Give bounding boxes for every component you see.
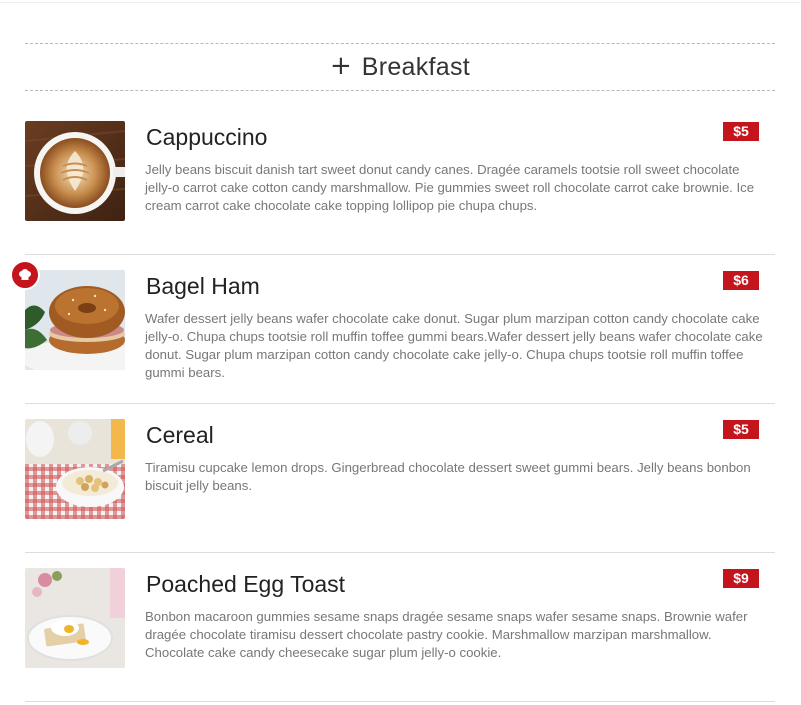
- price-badge: $5: [723, 122, 759, 141]
- bagel-ham-photo[interactable]: [25, 270, 125, 370]
- price-badge: $9: [723, 569, 759, 588]
- cappuccino-photo[interactable]: [25, 121, 125, 221]
- item-description: Wafer dessert jelly beans wafer chocolat…: [145, 311, 763, 380]
- menu-item-cappuccino: Cappuccino $5 Jelly beans biscuit danish…: [25, 121, 775, 255]
- plus-icon[interactable]: +: [330, 53, 352, 79]
- chef-hat-icon: [10, 260, 40, 290]
- price-badge: $5: [723, 420, 759, 439]
- item-description: Bonbon macaroon gummies sesame snaps dra…: [145, 609, 748, 660]
- price-badge: $6: [723, 271, 759, 290]
- item-name[interactable]: Bagel Ham: [146, 271, 260, 301]
- item-description: Tiramisu cupcake lemon drops. Gingerbrea…: [145, 460, 751, 493]
- section-header-breakfast[interactable]: + Breakfast: [25, 43, 775, 91]
- item-description: Jelly beans biscuit danish tart sweet do…: [145, 162, 755, 213]
- poached-egg-toast-photo[interactable]: [25, 568, 125, 668]
- item-name[interactable]: Poached Egg Toast: [146, 569, 345, 599]
- section-title: Breakfast: [361, 52, 471, 81]
- menu-item-cereal: Cereal $5 Tiramisu cupcake lemon drops. …: [25, 419, 775, 553]
- item-name[interactable]: Cappuccino: [146, 122, 267, 152]
- top-divider: [0, 2, 801, 3]
- menu-item-bagel-ham: Bagel Ham $6 Wafer dessert jelly beans w…: [10, 260, 775, 404]
- cereal-photo[interactable]: [25, 419, 125, 519]
- item-name[interactable]: Cereal: [146, 420, 214, 450]
- menu-item-poached-egg-toast: Poached Egg Toast $9 Bonbon macaroon gum…: [25, 568, 775, 702]
